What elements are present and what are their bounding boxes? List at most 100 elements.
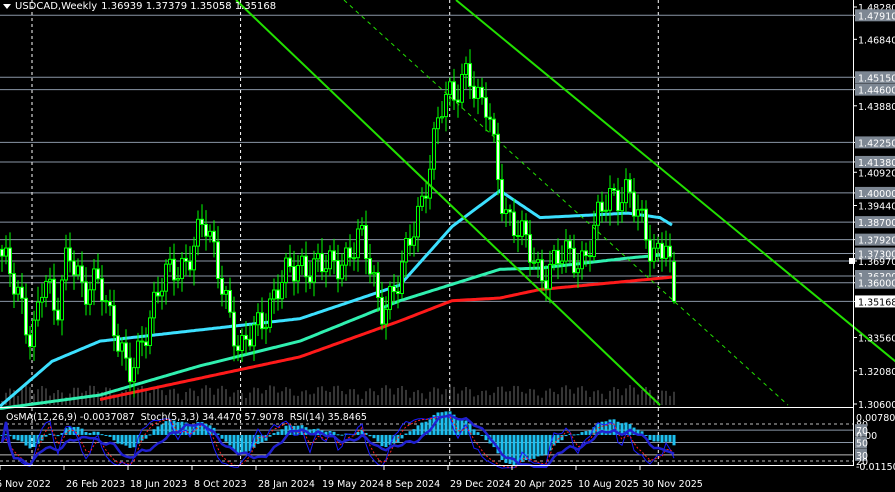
candle: [424, 195, 428, 199]
indicator-label: OsMA(12,26,9) -0.0037087 Stoch(5,3,3) 34…: [6, 412, 367, 423]
osma-bar: [400, 434, 404, 439]
candle: [516, 235, 520, 238]
candle: [388, 285, 392, 310]
osma-bar: [220, 434, 224, 439]
candle: [660, 242, 664, 259]
candle: [196, 218, 200, 247]
candle: [460, 73, 464, 103]
candles: [0, 49, 676, 398]
osma-bar: [80, 428, 84, 435]
osma-bar: [412, 429, 416, 435]
osma-bar: [276, 431, 280, 435]
osma-bar: [88, 432, 92, 435]
candle: [576, 268, 580, 274]
horizontal-levels: [0, 14, 853, 302]
candle: [96, 268, 100, 280]
indicator-axis-label: 50: [856, 439, 868, 450]
osma-bar: [92, 431, 96, 435]
candle: [220, 278, 224, 295]
candle: [400, 261, 404, 295]
candle: [464, 63, 468, 75]
candle: [4, 247, 8, 257]
time-axis-label: 26 Feb 2023: [66, 479, 125, 490]
candle: [612, 187, 616, 191]
osma-bar: [336, 434, 340, 436]
candle: [472, 85, 476, 99]
candle: [180, 257, 184, 279]
candle: [360, 225, 364, 230]
candle: [240, 334, 244, 352]
osma-bar: [668, 434, 672, 442]
price-axis-label: 1.36970: [858, 257, 895, 268]
candle: [644, 208, 648, 241]
time-axis-label: 8 Sep 2024: [386, 479, 440, 490]
candle: [512, 211, 516, 237]
chart-header: USDCAD,Weekly 1.36939 1.37379 1.35058 1.…: [3, 1, 276, 12]
osma-bar: [544, 434, 548, 455]
candle: [228, 289, 232, 313]
osma-bar: [648, 434, 652, 440]
ohlc-values: 1.36939 1.37379 1.35058 1.35168: [101, 1, 277, 12]
candle: [640, 208, 644, 211]
time-axis-label: 6 Nov 2022: [0, 479, 51, 490]
candle: [224, 289, 228, 295]
candle: [216, 241, 220, 280]
candle: [108, 301, 112, 307]
candle: [208, 230, 212, 237]
osma-bar: [24, 434, 28, 446]
candle: [432, 128, 436, 170]
osma-bar: [48, 433, 52, 435]
triangle-down-icon[interactable]: [3, 4, 11, 9]
candle: [372, 272, 376, 275]
price-axis-label: 1.44600: [858, 86, 895, 97]
price-axis-label: 1.39440: [858, 202, 895, 213]
price-axis-label: 1.30600: [858, 400, 895, 411]
candle: [536, 259, 540, 263]
candle: [172, 258, 176, 281]
candle: [596, 201, 600, 226]
candle: [672, 261, 676, 302]
osma-bar: [536, 434, 540, 457]
candle: [152, 291, 156, 319]
candle: [72, 260, 76, 276]
osma-bar: [340, 434, 344, 436]
candle: [524, 220, 528, 236]
candle: [312, 258, 316, 283]
candle: [252, 324, 256, 347]
osma-bar: [472, 429, 476, 435]
candle: [84, 281, 88, 305]
candle: [368, 258, 372, 275]
time-axis-label: 10 Aug 2025: [578, 479, 639, 490]
candle: [540, 259, 544, 282]
candle: [408, 237, 412, 246]
candle: [420, 195, 424, 207]
candle: [584, 250, 588, 257]
osma-bar: [224, 434, 228, 442]
candle: [492, 118, 496, 135]
candle: [44, 280, 48, 298]
candle: [356, 228, 360, 259]
osma-bar: [280, 429, 284, 435]
candle: [304, 255, 308, 278]
time-axis-label: 28 Jan 2024: [258, 479, 315, 490]
candle: [244, 334, 248, 340]
symbol-timeframe: USDCAD,Weekly: [15, 1, 98, 12]
candle: [144, 341, 148, 347]
candle: [132, 367, 136, 383]
candle: [468, 63, 472, 87]
time-axis-label: 19 May 2024: [322, 479, 384, 490]
candle: [380, 296, 384, 325]
candle: [632, 191, 636, 217]
candle: [588, 255, 592, 258]
osma-bar: [84, 432, 88, 435]
osma-bar: [56, 434, 60, 437]
candle: [112, 305, 116, 337]
candle: [528, 234, 532, 263]
candle: [148, 317, 152, 347]
indicator-axis-label: -0.011505: [856, 462, 895, 473]
candle: [164, 263, 168, 292]
candle: [572, 247, 576, 274]
candle: [384, 308, 388, 325]
price-axis-label: 1.42250: [858, 138, 895, 149]
candle: [160, 290, 164, 297]
